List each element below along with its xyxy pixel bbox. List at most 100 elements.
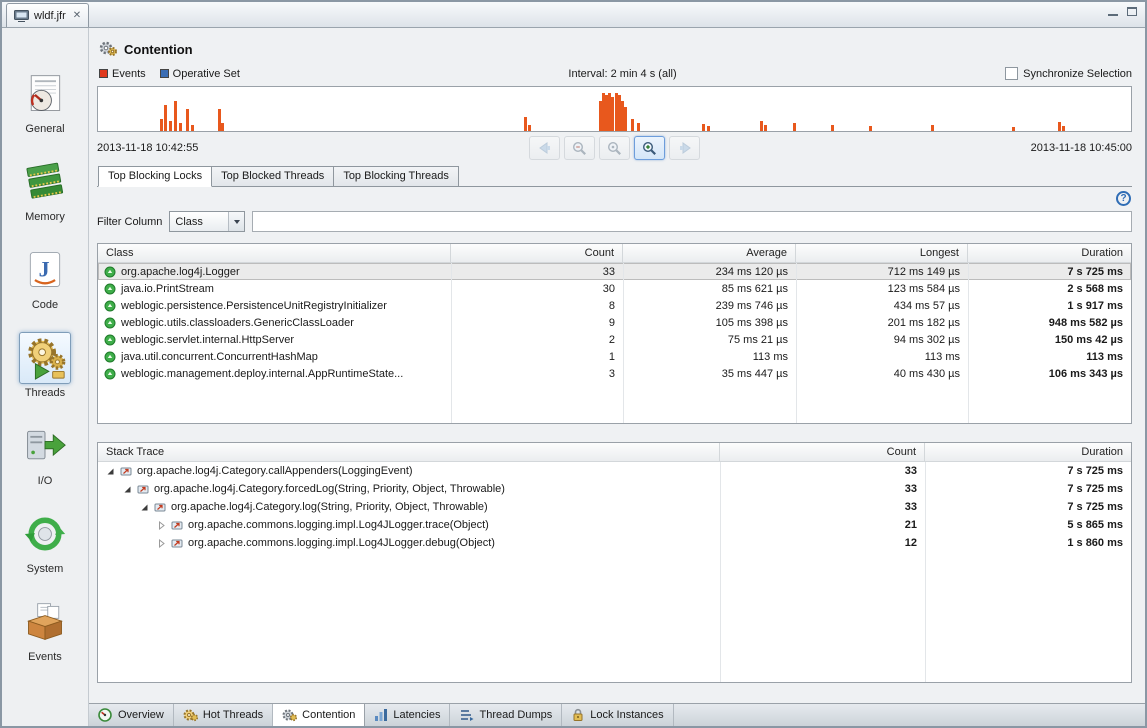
bottom-tab-contention[interactable]: Contention xyxy=(273,704,365,726)
event-bar xyxy=(169,121,172,131)
stack-frame-text: org.apache.commons.logging.impl.Log4JLog… xyxy=(188,537,495,549)
sidebar-item-system[interactable]: System xyxy=(19,508,71,575)
column-header-duration[interactable]: Duration xyxy=(925,443,1131,461)
zoom-selection-icon xyxy=(607,141,622,156)
count-cell: 33 xyxy=(720,465,925,477)
count-cell: 8 xyxy=(451,300,623,312)
event-bar xyxy=(1058,122,1061,131)
column-header-longest[interactable]: Longest xyxy=(796,244,968,262)
class-name: weblogic.utils.classloaders.GenericClass… xyxy=(121,317,354,329)
locks-table-row[interactable]: weblogic.servlet.internal.HttpServer275 … xyxy=(98,331,1131,348)
bottom-tab-lock-instances[interactable]: Lock Instances xyxy=(562,704,673,726)
event-bar xyxy=(174,101,177,131)
view-tabs: Top Blocking LocksTop Blocked ThreadsTop… xyxy=(97,165,1132,187)
event-bar xyxy=(793,123,796,131)
event-bar xyxy=(1012,127,1015,131)
editor-tab-label: wldf.jfr xyxy=(34,10,66,22)
locks-table-row[interactable]: weblogic.utils.classloaders.GenericClass… xyxy=(98,314,1131,331)
general-icon xyxy=(23,72,67,116)
help-icon[interactable]: ? xyxy=(1116,191,1131,206)
forward-arrow-button[interactable] xyxy=(669,136,700,160)
bottom-tab-overview[interactable]: Overview xyxy=(89,704,174,726)
synchronize-selection-checkbox[interactable] xyxy=(1005,67,1018,80)
tab-top-blocking-locks[interactable]: Top Blocking Locks xyxy=(98,166,212,187)
tree-expanded-icon[interactable] xyxy=(140,503,149,512)
bottom-tab-thread-dumps[interactable]: Thread Dumps xyxy=(450,704,562,726)
stack-frame-text: org.apache.log4j.Category.callAppenders(… xyxy=(137,465,413,477)
column-header-count[interactable]: Count xyxy=(451,244,623,262)
view-controls xyxy=(1108,7,1137,16)
sidebar-item-threads[interactable]: Threads xyxy=(19,332,71,399)
stack-trace-row[interactable]: org.apache.commons.logging.impl.Log4JLog… xyxy=(98,534,1131,552)
timeline-nav xyxy=(317,136,912,160)
bottom-tab-bar: OverviewHot Threads Contention LatenciesTh… xyxy=(89,703,1145,726)
tab-top-blocking-threads[interactable]: Top Blocking Threads xyxy=(334,166,459,187)
dropdown-button[interactable] xyxy=(228,212,244,231)
column-header-average[interactable]: Average xyxy=(623,244,796,262)
column-header-class[interactable]: Class xyxy=(98,244,451,262)
svg-text:J: J xyxy=(39,256,50,281)
sidebar-item-general[interactable]: General xyxy=(19,68,71,135)
duration-cell: 2 s 568 ms xyxy=(968,283,1131,295)
stack-frame-text: org.apache.log4j.Category.log(String, Pr… xyxy=(171,501,488,513)
sidebar-item-code[interactable]: JCode xyxy=(19,244,71,311)
sidebar-item-i-o[interactable]: I/O xyxy=(19,420,71,487)
class-cell: weblogic.utils.classloaders.GenericClass… xyxy=(98,317,451,329)
filter-column-label: Filter Column xyxy=(97,216,162,228)
class-cell: org.apache.log4j.Logger xyxy=(98,266,451,278)
zoom-in-button[interactable] xyxy=(634,136,665,160)
tree-expanded-icon[interactable] xyxy=(123,485,132,494)
tab-top-blocked-threads[interactable]: Top Blocked Threads xyxy=(212,166,334,187)
filter-text-input[interactable] xyxy=(252,211,1132,232)
synchronize-selection[interactable]: Synchronize Selection xyxy=(1005,67,1132,80)
filter-column-dropdown[interactable]: Class xyxy=(169,211,245,232)
bottom-tab-hot-threads[interactable]: Hot Threads xyxy=(174,704,273,726)
longest-cell: 94 ms 302 µs xyxy=(796,334,968,346)
zoom-out-button[interactable] xyxy=(564,136,595,160)
back-arrow-button[interactable] xyxy=(529,136,560,160)
maximize-icon[interactable] xyxy=(1127,7,1137,16)
count-cell: 30 xyxy=(451,283,623,295)
zoom-selection-button[interactable] xyxy=(599,136,630,160)
minimize-icon[interactable] xyxy=(1108,7,1118,16)
longest-cell: 40 ms 430 µs xyxy=(796,368,968,380)
class-name: weblogic.management.deploy.internal.AppR… xyxy=(121,368,403,380)
stack-trace-row[interactable]: org.apache.log4j.Category.log(String, Pr… xyxy=(98,498,1131,516)
tree-collapsed-icon[interactable] xyxy=(157,539,166,548)
sidebar-item-memory[interactable]: Memory xyxy=(19,156,71,223)
average-cell: 85 ms 621 µs xyxy=(623,283,796,295)
stack-trace-row[interactable]: org.apache.log4j.Category.callAppenders(… xyxy=(98,462,1131,480)
legend-item-operative-set: Operative Set xyxy=(160,68,240,80)
editor-tab-wldf-jfr[interactable]: wldf.jfr ✕ xyxy=(6,3,89,27)
event-bar xyxy=(624,107,627,131)
filter-column-value: Class xyxy=(170,216,228,228)
locks-table-row[interactable]: java.util.concurrent.ConcurrentHashMap11… xyxy=(98,348,1131,365)
help-row: ? xyxy=(97,187,1132,206)
tree-expanded-icon[interactable] xyxy=(106,467,115,476)
stack-frame-text: org.apache.log4j.Category.forcedLog(Stri… xyxy=(154,483,505,495)
bottom-tab-latencies[interactable]: Latencies xyxy=(365,704,450,726)
locks-table-row[interactable]: weblogic.persistence.PersistenceUnitRegi… xyxy=(98,297,1131,314)
interval-label: Interval: 2 min 4 s (all) xyxy=(240,68,1005,80)
system-icon xyxy=(23,512,67,556)
bottom-tab-label: Contention xyxy=(302,709,355,721)
column-header-count[interactable]: Count xyxy=(720,443,925,461)
event-bar xyxy=(702,124,705,131)
stack-trace-row[interactable]: org.apache.commons.logging.impl.Log4JLog… xyxy=(98,516,1131,534)
sidebar-item-events[interactable]: Events xyxy=(19,596,71,663)
stack-trace-row[interactable]: org.apache.log4j.Category.forcedLog(Stri… xyxy=(98,480,1131,498)
class-icon xyxy=(104,334,116,346)
class-icon xyxy=(104,351,116,363)
count-cell: 12 xyxy=(720,537,925,549)
locks-table-row[interactable]: org.apache.log4j.Logger33234 ms 120 µs71… xyxy=(98,263,1131,280)
column-header-duration[interactable]: Duration xyxy=(968,244,1131,262)
locks-table-row[interactable]: weblogic.management.deploy.internal.AppR… xyxy=(98,365,1131,382)
event-bar xyxy=(191,125,194,131)
tree-collapsed-icon[interactable] xyxy=(157,521,166,530)
average-cell: 113 ms xyxy=(623,351,796,363)
locks-table-row[interactable]: java.io.PrintStream3085 ms 621 µs123 ms … xyxy=(98,280,1131,297)
timeline-chart[interactable] xyxy=(97,86,1132,132)
close-tab-icon[interactable]: ✕ xyxy=(73,10,81,21)
column-header-stack-trace[interactable]: Stack Trace xyxy=(98,443,720,461)
event-bar xyxy=(528,125,531,131)
